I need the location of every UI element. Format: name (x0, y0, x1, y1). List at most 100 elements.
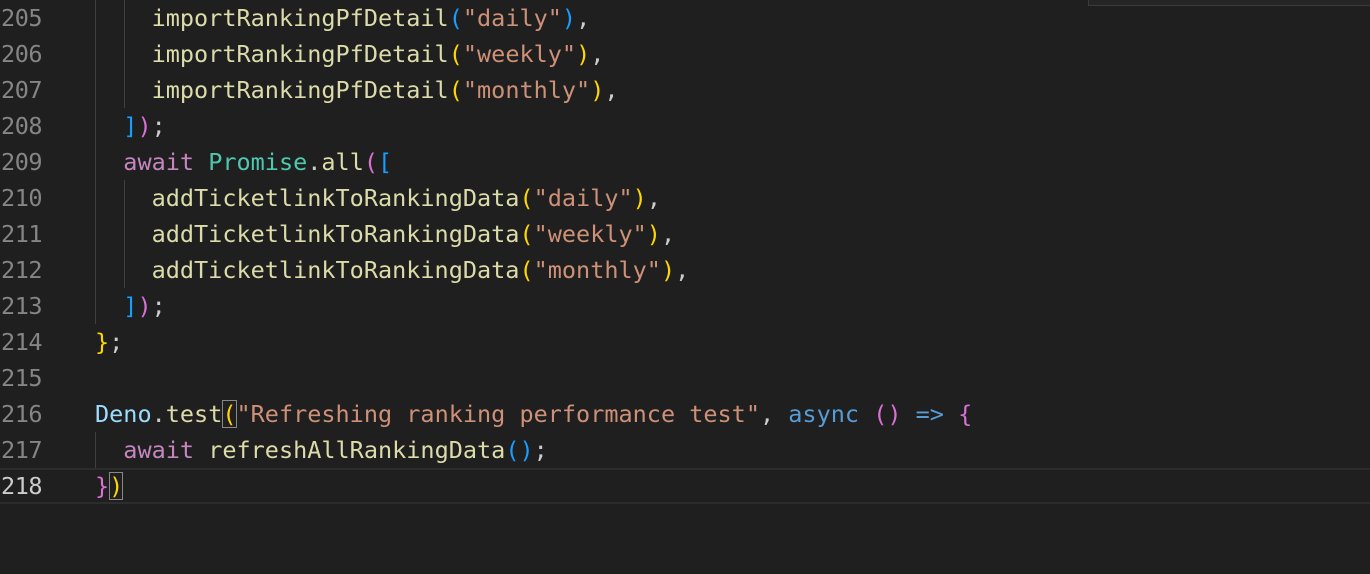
code-token: ( (519, 256, 534, 284)
line-number: 205 (1, 4, 42, 32)
line-number: 214 (1, 328, 42, 356)
code-token: . (151, 400, 166, 428)
line-number: 210 (1, 184, 42, 212)
line-number: 215 (1, 364, 42, 392)
code-text[interactable]: addTicketlinkToRankingData("weekly"), (95, 216, 676, 252)
code-token: ; (151, 292, 166, 320)
code-text[interactable]: ]); (95, 108, 166, 144)
code-token: ) (646, 220, 661, 248)
code-text[interactable]: }; (95, 324, 123, 360)
matched-bracket: ( (222, 400, 237, 428)
code-editor[interactable]: 205 importRankingPfDetail("daily"), 206 i… (0, 0, 1370, 574)
code-token: "weekly" (462, 40, 577, 68)
code-token: await (123, 148, 195, 176)
code-token: } (95, 328, 110, 356)
line-number: 206 (1, 40, 42, 68)
code-token: "weekly" (533, 220, 647, 248)
matched-bracket: ) (109, 472, 124, 500)
code-token: , (576, 4, 591, 32)
code-text[interactable]: Deno.test("Refreshing ranking performanc… (95, 396, 972, 432)
code-token: => (915, 400, 944, 428)
code-token: ( (448, 4, 463, 32)
line-number: 211 (1, 220, 42, 248)
code-token: , (660, 220, 676, 248)
code-token: , (590, 40, 605, 68)
code-line[interactable]: 211 addTicketlinkToRankingData("weekly")… (0, 216, 1370, 252)
code-token: () (873, 400, 902, 428)
code-token: "daily" (533, 184, 633, 212)
code-token: ( (448, 40, 463, 68)
line-number: 218 (1, 472, 42, 500)
code-token: ) (137, 112, 152, 140)
code-line[interactable]: 210 addTicketlinkToRankingData("daily"), (0, 180, 1370, 216)
code-line[interactable]: 205 importRankingPfDetail("daily"), (0, 0, 1370, 36)
code-text[interactable]: addTicketlinkToRankingData("daily"), (95, 180, 661, 216)
code-text[interactable]: await Promise.all([ (95, 144, 392, 180)
code-token: Deno (95, 400, 152, 428)
code-token: ] (123, 112, 138, 140)
code-token: , (675, 256, 690, 284)
code-token: await (123, 436, 195, 464)
code-token: ; (151, 112, 166, 140)
code-line[interactable]: 215 (0, 360, 1370, 396)
code-token: refreshAllRankingData (208, 436, 506, 464)
code-token: ) (660, 256, 676, 284)
code-token: ) (561, 4, 577, 32)
code-token: ( (519, 220, 534, 248)
code-token: ( (363, 148, 379, 176)
code-token: ( (519, 184, 534, 212)
line-number: 216 (1, 400, 42, 428)
code-line[interactable]: 213 ]); (0, 288, 1370, 324)
line-number: 209 (1, 148, 42, 176)
code-token: importRankingPfDetail (151, 4, 449, 32)
code-line[interactable]: 216 Deno.test("Refreshing ranking perform… (0, 396, 1370, 432)
code-text[interactable]: importRankingPfDetail("daily"), (95, 0, 591, 36)
code-token: "daily" (462, 4, 562, 32)
code-token: } (95, 472, 110, 500)
code-text[interactable]: importRankingPfDetail("weekly"), (95, 36, 605, 72)
code-token: importRankingPfDetail (151, 40, 449, 68)
code-token: ) (137, 292, 152, 320)
indent-guide-inner-1 (124, 0, 125, 108)
code-token: ] (123, 292, 138, 320)
code-token: [ (378, 148, 393, 176)
code-line[interactable]: 218}) (0, 468, 1370, 504)
code-line[interactable]: 214}; (0, 324, 1370, 360)
code-line[interactable]: 212 addTicketlinkToRankingData("monthly"… (0, 252, 1370, 288)
line-number: 207 (1, 76, 42, 104)
code-line[interactable]: 206 importRankingPfDetail("weekly"), (0, 36, 1370, 72)
code-token: ) (576, 40, 591, 68)
code-text[interactable]: }) (95, 470, 124, 502)
code-token: "monthly" (462, 76, 591, 104)
code-line[interactable]: 208 ]); (0, 108, 1370, 144)
indent-guide-inner-2 (124, 180, 125, 288)
code-token: "Refreshing ranking performance test" (236, 400, 760, 428)
code-text[interactable]: importRankingPfDetail("monthly"), (95, 72, 619, 108)
code-token: () (505, 436, 534, 464)
code-text[interactable]: await refreshAllRankingData(); (95, 432, 547, 468)
code-token: addTicketlinkToRankingData (151, 256, 520, 284)
code-token: ) (590, 76, 605, 104)
code-token: , (759, 400, 789, 428)
code-token: all (321, 148, 364, 176)
code-token: importRankingPfDetail (151, 76, 449, 104)
code-line[interactable]: 209 await Promise.all([ (0, 144, 1370, 180)
indent-guide-block (95, 432, 96, 468)
code-token: async (788, 400, 860, 428)
line-number: 213 (1, 292, 42, 320)
code-line[interactable]: 207 importRankingPfDetail("monthly"), (0, 72, 1370, 108)
code-line[interactable]: 217 await refreshAllRankingData(); (0, 432, 1370, 468)
code-text[interactable]: ]); (95, 288, 166, 324)
code-token: . (307, 148, 322, 176)
code-text[interactable]: addTicketlinkToRankingData("monthly"), (95, 252, 690, 288)
indent-guide-outer (95, 0, 96, 324)
code-token: { (958, 400, 973, 428)
